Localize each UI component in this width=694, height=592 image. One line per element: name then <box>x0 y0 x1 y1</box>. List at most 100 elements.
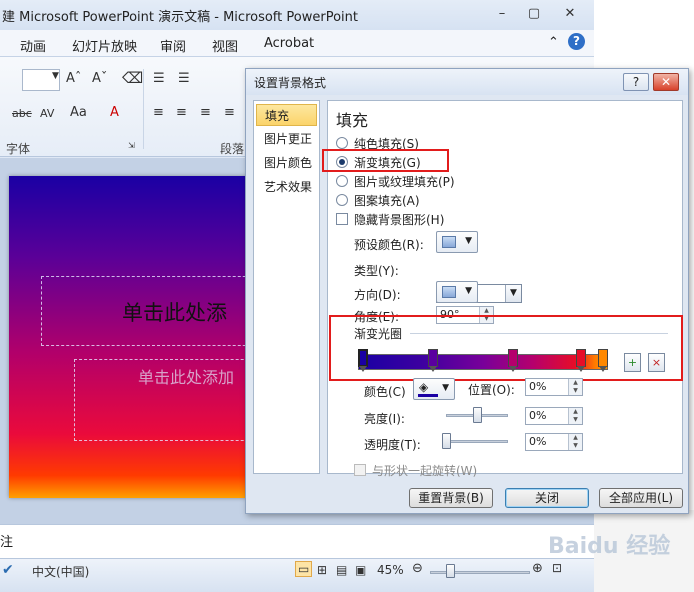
transparency-spinner[interactable]: 0% ▲ ▼ <box>525 433 583 451</box>
minimize-button[interactable]: – <box>488 4 516 24</box>
clear-format-icon[interactable]: ⌫ <box>122 69 143 87</box>
numbering-icon[interactable]: ☰ <box>178 71 190 86</box>
maximize-button[interactable]: ▢ <box>520 4 548 24</box>
rotate-with-shape-checkbox[interactable] <box>354 464 366 476</box>
chevron-down-icon: ▼ <box>505 285 521 302</box>
pattern-fill-radio[interactable] <box>336 194 348 206</box>
highlight-gradient-stops <box>329 315 683 381</box>
nav-picture-color[interactable]: 图片颜色 <box>256 152 317 174</box>
fit-window-icon[interactable]: ⊡ <box>552 561 562 575</box>
direction-swatch-icon <box>442 286 456 298</box>
chevron-up-icon[interactable]: ⌃ <box>548 35 559 50</box>
spin-arrows-icon[interactable]: ▲ ▼ <box>568 408 582 424</box>
transparency-slider-track[interactable] <box>446 440 508 443</box>
position-spinner[interactable]: 0% ▲ ▼ <box>525 378 583 396</box>
font-color-icon[interactable]: A <box>110 105 119 120</box>
tab-acrobat[interactable]: Acrobat <box>264 36 314 51</box>
preset-colors-button[interactable]: ▼ <box>436 231 478 253</box>
dialog-nav: 填充 图片更正 图片颜色 艺术效果 <box>253 100 320 474</box>
notes-label: 注 <box>0 535 14 550</box>
position-label: 位置(O): <box>468 383 515 397</box>
brightness-slider-thumb[interactable] <box>473 407 482 423</box>
picture-fill-radio[interactable] <box>336 175 348 187</box>
change-case-icon[interactable]: Aa <box>70 105 87 120</box>
slideshow-icon[interactable]: ▣ <box>355 563 366 577</box>
help-icon[interactable]: ? <box>568 33 585 50</box>
strikethrough-icon[interactable]: abc <box>12 107 32 120</box>
transparency-slider-thumb[interactable] <box>442 433 451 449</box>
align-right-icon[interactable]: ≡ <box>200 105 211 120</box>
zoom-out-icon[interactable]: ⊖ <box>412 561 423 576</box>
reading-view-icon[interactable]: ▤ <box>336 563 347 577</box>
group-label-font: 字体 <box>6 142 31 156</box>
nav-picture-corrections[interactable]: 图片更正 <box>256 128 317 150</box>
reset-background-button[interactable]: 重置背景(B) <box>409 488 493 508</box>
slide-canvas[interactable]: 单击此处添 单击此处添加 <box>9 176 254 498</box>
panel-heading: 填充 <box>336 111 369 130</box>
ribbon-separator <box>143 69 144 149</box>
pattern-fill-label[interactable]: 图案填充(A) <box>354 192 420 209</box>
tab-slideshow[interactable]: 幻灯片放映 <box>72 36 137 55</box>
spellcheck-icon[interactable]: ✔ <box>2 562 14 578</box>
window-title: 建 Microsoft PowerPoint 演示文稿 - Microsoft … <box>2 10 358 25</box>
position-value: 0% <box>529 380 547 393</box>
align-left-icon[interactable]: ≡ <box>153 105 164 120</box>
zoom-in-icon[interactable]: ⊕ <box>532 561 543 576</box>
spin-arrows-icon[interactable]: ▲ ▼ <box>568 379 582 395</box>
direction-button[interactable]: ▼ <box>436 281 478 303</box>
subtitle-placeholder[interactable]: 单击此处添加 <box>74 359 254 441</box>
bullets-icon[interactable]: ☰ <box>153 71 165 86</box>
window-close-button[interactable]: ✕ <box>556 4 584 24</box>
color-label: 颜色(C) <box>364 385 406 399</box>
picture-fill-label[interactable]: 图片或纹理填充(P) <box>354 173 455 190</box>
spacing-icon[interactable]: AV <box>40 107 54 120</box>
nav-fill[interactable]: 填充 <box>256 104 317 126</box>
paint-bucket-icon: ◈ <box>419 380 429 394</box>
dialog-title-bar[interactable]: 设置背景格式 ? ✕ <box>246 69 688 95</box>
brightness-label: 亮度(I): <box>364 412 405 426</box>
chevron-down-icon: ▼ <box>465 286 472 296</box>
align-center-icon[interactable]: ≡ <box>176 105 187 120</box>
dialog-help-button[interactable]: ? <box>623 73 649 91</box>
apply-all-button[interactable]: 全部应用(L) <box>599 488 683 508</box>
brightness-value: 0% <box>529 409 547 422</box>
zoom-slider-track[interactable] <box>430 571 530 574</box>
dialog-launcher-icon[interactable]: ⇲ <box>128 141 135 150</box>
slide-sorter-icon[interactable]: ⊞ <box>317 563 327 577</box>
group-label-paragraph: 段落 <box>220 142 245 156</box>
hide-bg-graphics-checkbox[interactable] <box>336 213 348 225</box>
spin-arrows-icon[interactable]: ▲ ▼ <box>568 434 582 450</box>
rotate-with-shape-label[interactable]: 与形状一起旋转(W) <box>372 462 477 479</box>
nav-artistic-effects[interactable]: 艺术效果 <box>256 176 317 198</box>
transparency-value: 0% <box>529 435 547 448</box>
dialog-close-button[interactable]: ✕ <box>653 73 679 91</box>
chevron-down-icon: ▼ <box>52 71 59 81</box>
transparency-label: 透明度(T): <box>364 438 421 452</box>
tab-animations[interactable]: 动画 <box>20 36 46 55</box>
highlight-gradient-fill <box>322 149 449 172</box>
brightness-spinner[interactable]: 0% ▲ ▼ <box>525 407 583 425</box>
chevron-down-icon: ▼ <box>442 383 449 393</box>
preset-colors-label: 预设颜色(R): <box>354 238 424 252</box>
justify-icon[interactable]: ≡ <box>224 105 235 120</box>
color-picker-button[interactable]: ◈ ▼ <box>413 378 455 400</box>
format-background-dialog: 设置背景格式 ? ✕ 填充 图片更正 图片颜色 艺术效果 填充 纯色填充(S) … <box>245 68 689 514</box>
language-indicator[interactable]: 中文(中国) <box>32 563 89 580</box>
tab-review[interactable]: 审阅 <box>160 36 186 55</box>
title-placeholder[interactable]: 单击此处添 <box>41 276 254 346</box>
solid-fill-radio[interactable] <box>336 137 348 149</box>
status-bar: ✔ 中文(中国) ▭ ⊞ ▤ ▣ 45% ⊖ ⊕ ⊡ <box>0 558 594 592</box>
shrink-font-icon[interactable]: Aˇ <box>92 71 107 86</box>
tab-view[interactable]: 视图 <box>212 36 238 55</box>
watermark-text: Baidu 经验 <box>548 534 671 559</box>
dialog-title: 设置背景格式 <box>254 76 327 90</box>
fill-panel: 填充 纯色填充(S) 渐变填充(G) 图片或纹理填充(P) 图案填充(A) 隐藏… <box>322 100 683 478</box>
notes-pane[interactable]: 注 <box>0 524 594 558</box>
normal-view-icon[interactable]: ▭ <box>295 561 313 577</box>
zoom-slider-thumb[interactable] <box>446 564 455 578</box>
hide-bg-graphics-label[interactable]: 隐藏背景图形(H) <box>354 211 444 228</box>
grow-font-icon[interactable]: Aˆ <box>66 71 81 86</box>
zoom-level[interactable]: 45% <box>377 563 404 577</box>
close-button[interactable]: 关闭 <box>505 488 589 508</box>
preset-swatch-icon <box>442 236 456 248</box>
